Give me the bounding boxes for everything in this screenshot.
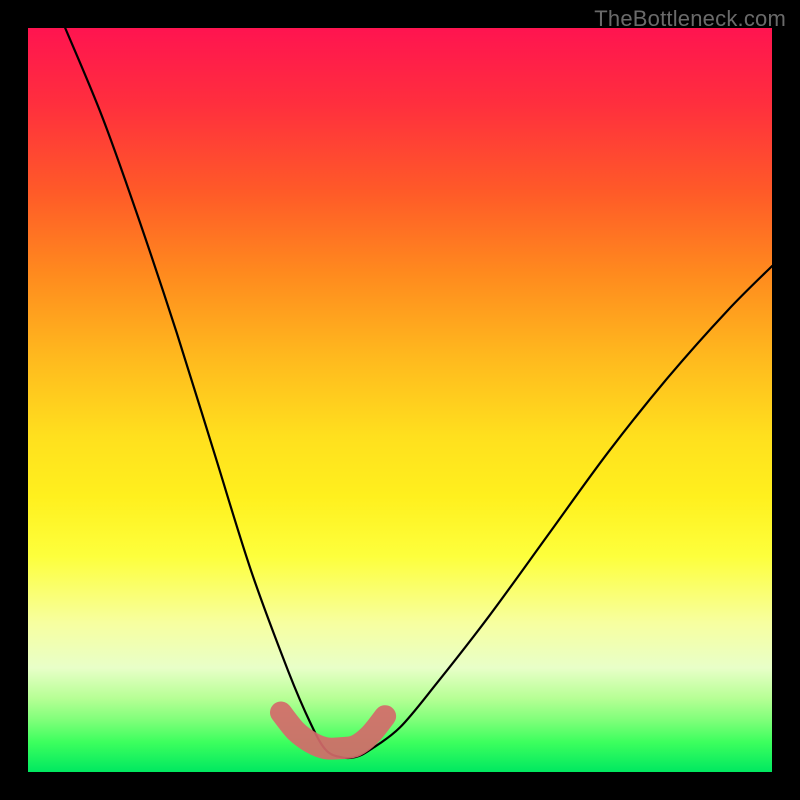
chart-container: TheBottleneck.com xyxy=(0,0,800,800)
plot-area xyxy=(28,28,772,772)
highlight-segment xyxy=(281,713,385,749)
curve-overlay xyxy=(28,28,772,772)
bottleneck-curve xyxy=(65,28,772,758)
